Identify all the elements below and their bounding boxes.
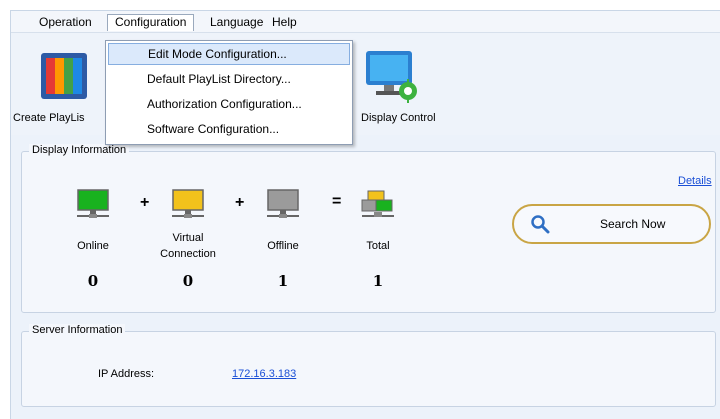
offline-count: 1 (277, 272, 289, 290)
display-control-icon (366, 51, 417, 103)
ip-address-label: IP Address: (98, 368, 155, 380)
menu-operation[interactable]: Operation (31, 14, 100, 31)
total-label: Total (366, 240, 390, 252)
plus-sign-2: + (235, 194, 245, 211)
offline-label: Offline (267, 240, 299, 252)
virtual-label-line2: Connection (160, 248, 216, 260)
menu-default-playlist-directory[interactable]: Default PlayList Directory... (108, 68, 350, 90)
virtual-count: 0 (182, 272, 194, 290)
menu-language[interactable]: Language (202, 14, 271, 31)
menu-edit-mode-configuration[interactable]: Edit Mode Configuration... (108, 43, 350, 65)
offline-monitor-icon (267, 189, 299, 218)
total-count: 1 (372, 272, 384, 290)
server-information-title: Server Information (29, 324, 126, 336)
search-icon (531, 215, 550, 234)
menu-authorization-configuration[interactable]: Authorization Configuration... (108, 93, 350, 115)
display-information-title: Display Information (29, 144, 130, 156)
menu-bar: Operation Configuration Language Help (11, 11, 720, 33)
display-control-label: Display Control (361, 112, 436, 124)
playlist-icon (41, 53, 87, 99)
virtual-label-line1: Virtual (172, 232, 204, 244)
details-link[interactable]: Details (678, 175, 712, 187)
total-monitors-icon (361, 190, 394, 217)
configuration-dropdown: Edit Mode Configuration... Default PlayL… (105, 40, 353, 145)
search-now-label: Search Now (600, 217, 666, 231)
online-monitor-icon (77, 189, 109, 218)
plus-sign-1: + (140, 194, 150, 211)
search-now-button[interactable]: Search Now (512, 204, 711, 244)
equals-sign: = (332, 193, 342, 210)
menu-software-configuration[interactable]: Software Configuration... (108, 118, 350, 140)
online-label: Online (77, 240, 109, 252)
create-playlist-label: Create PlayLis (13, 112, 85, 124)
ip-address-link[interactable]: 172.16.3.183 (232, 368, 296, 380)
menu-help[interactable]: Help (264, 14, 305, 31)
server-information-panel: Server Information IP Address: 172.16.3.… (21, 324, 716, 407)
menu-configuration[interactable]: Configuration (107, 14, 195, 31)
app-window: Operation Configuration Language Help Cr… (10, 10, 720, 419)
virtual-connection-monitor-icon (172, 189, 204, 218)
online-count: 0 (87, 272, 99, 290)
